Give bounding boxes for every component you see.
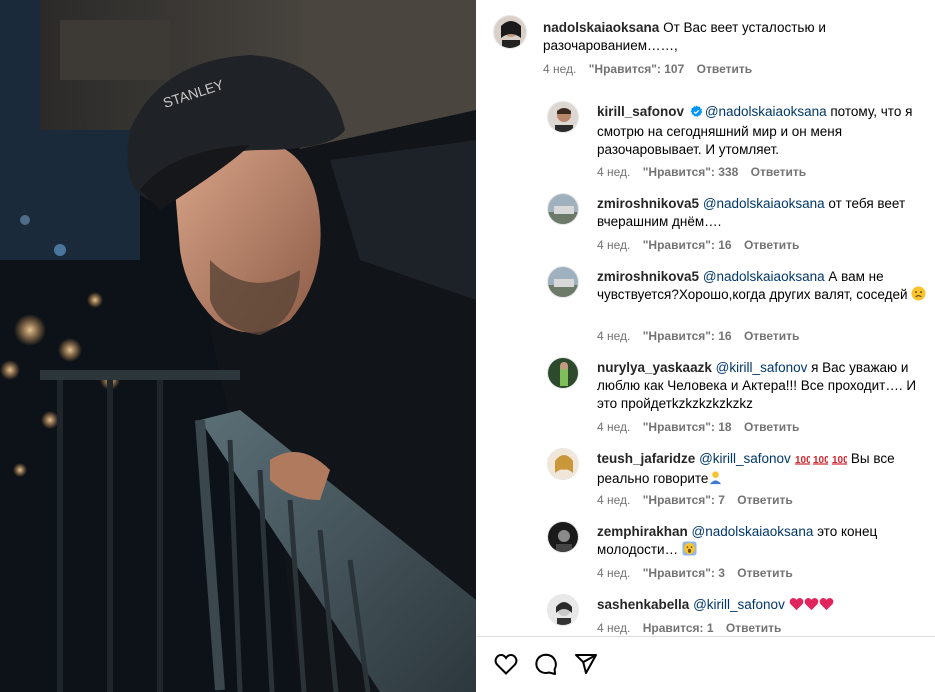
reply-comment: sashenkabella @kirill_safonov 4 нед. Нра…	[547, 594, 927, 636]
person-bowing-emoji-icon	[708, 470, 723, 490]
reply-button[interactable]: Ответить	[697, 62, 752, 76]
comment-username[interactable]: nurylya_yaskaazk	[597, 360, 712, 375]
mention-link[interactable]: @nadolskaiaoksana	[705, 104, 827, 119]
comments-list[interactable]: nadolskaiaoksana От Вас веет усталостью …	[477, 0, 935, 636]
mention-link[interactable]: @kirill_safonov	[716, 360, 808, 375]
comment-meta: 4 нед. "Нравится": 338 Ответить	[597, 165, 815, 179]
comment-likes[interactable]: "Нравится": 18	[643, 420, 732, 434]
reply-button[interactable]: Ответить	[744, 238, 799, 252]
comments-panel: nadolskaiaoksana От Вас веет усталостью …	[477, 0, 935, 692]
screaming-face-emoji-icon	[682, 541, 697, 561]
comment-username[interactable]: zmiroshnikova5	[597, 269, 699, 284]
red-heart-emoji-icon	[789, 597, 804, 616]
avatar[interactable]	[547, 266, 579, 298]
comment-meta: 4 нед. "Нравится": 16 Ответить	[597, 329, 808, 343]
red-heart-emoji-icon	[819, 597, 834, 616]
comment-username[interactable]: kirill_safonov	[597, 104, 684, 119]
avatar[interactable]	[547, 101, 579, 133]
comment-age[interactable]: 4 нед.	[597, 329, 630, 343]
avatar[interactable]	[547, 448, 579, 480]
comment-meta: 4 нед. "Нравится": 16 Ответить	[597, 238, 808, 252]
hundred-emoji-icon: 100	[813, 452, 830, 470]
mention-link[interactable]: @kirill_safonov	[699, 451, 791, 466]
reply-button[interactable]: Ответить	[751, 165, 806, 179]
comment-likes[interactable]: "Нравится": 338	[643, 165, 739, 179]
mention-link[interactable]: @nadolskaiaoksana	[703, 269, 825, 284]
comment-likes[interactable]: "Нравится": 16	[643, 329, 732, 343]
reply-button[interactable]: Ответить	[737, 493, 792, 507]
comment-age[interactable]: 4 нед.	[597, 420, 630, 434]
comment-age[interactable]: 4 нед.	[597, 238, 630, 252]
reply-button[interactable]: Ответить	[744, 420, 799, 434]
share-button[interactable]	[573, 651, 599, 677]
reply-button[interactable]: Ответить	[737, 566, 792, 580]
post-photo: STANLEY	[0, 0, 476, 692]
reply-comment: zmiroshnikova5 @nadolskaiaoksana от тебя…	[547, 193, 927, 258]
comment-meta: 4 нед. "Нравится": 3 Ответить	[597, 566, 802, 580]
comment-username[interactable]: teush_jafaridze	[597, 451, 695, 466]
reply-button[interactable]: Ответить	[744, 329, 799, 343]
comment-age[interactable]: 4 нед.	[543, 62, 576, 76]
comment-username[interactable]: sashenkabella	[597, 597, 689, 612]
comment-age[interactable]: 4 нед.	[597, 165, 630, 179]
paper-plane-icon[interactable]	[574, 652, 598, 676]
avatar[interactable]	[547, 521, 579, 553]
comment-username[interactable]: zmiroshnikova5	[597, 196, 699, 211]
post-action-bar	[477, 636, 935, 692]
comment-meta: 4 нед. "Нравится": 7 Ответить	[597, 493, 802, 507]
comment-likes[interactable]: Нравится: 1	[643, 621, 714, 635]
comment-likes[interactable]: "Нравится": 3	[643, 566, 725, 580]
red-heart-emoji-icon	[804, 597, 819, 616]
like-button[interactable]	[493, 651, 519, 677]
hundred-emoji-icon: 100	[832, 452, 849, 470]
mention-link[interactable]: @kirill_safonov	[693, 597, 785, 612]
reply-comment: zemphirakhan @nadolskaiaoksana это конец…	[547, 521, 927, 586]
reply-button[interactable]: Ответить	[726, 621, 781, 635]
heart-outline-icon[interactable]	[494, 653, 518, 675]
avatar[interactable]	[547, 193, 579, 225]
avatar[interactable]	[547, 594, 579, 626]
comment-meta: 4 нед. "Нравится": 107 Ответить	[543, 62, 761, 76]
avatar[interactable]	[547, 357, 579, 389]
comment-likes[interactable]: "Нравится": 16	[643, 238, 732, 252]
mention-link[interactable]: @nadolskaiaoksana	[703, 196, 825, 211]
comment-bubble-icon[interactable]	[534, 652, 558, 676]
reply-comment: nurylya_yaskaazk @kirill_safonov я Вас у…	[547, 357, 927, 442]
comment-meta: 4 нед. "Нравится": 18 Ответить	[597, 420, 808, 434]
reply-comment: teush_jafaridze @kirill_safonov 100 100 …	[547, 448, 927, 513]
comment-likes[interactable]: "Нравится": 7	[643, 493, 725, 507]
comment-button[interactable]	[533, 651, 559, 677]
comment-age[interactable]: 4 нед.	[597, 566, 630, 580]
sad-face-emoji-icon	[911, 286, 926, 306]
man-on-balcony-image: STANLEY	[0, 0, 476, 692]
hundred-emoji-icon: 100	[794, 452, 812, 470]
comment-username[interactable]: zemphirakhan	[597, 524, 688, 539]
comment-age[interactable]: 4 нед.	[597, 493, 630, 507]
verified-badge-icon	[690, 105, 703, 123]
comment-username[interactable]: nadolskaiaoksana	[543, 20, 659, 35]
reply-comment: zmiroshnikova5 @nadolskaiaoksana А вам н…	[547, 266, 927, 351]
mention-link[interactable]: @nadolskaiaoksana	[692, 524, 814, 539]
main-comment: nadolskaiaoksana От Вас веет усталостью …	[493, 15, 923, 85]
avatar[interactable]	[493, 15, 527, 49]
comment-meta: 4 нед. Нравится: 1 Ответить	[597, 621, 790, 635]
comment-age[interactable]: 4 нед.	[597, 621, 630, 635]
reply-comment: kirill_safonov @nadolskaiaoksana потому,…	[547, 101, 927, 181]
comment-likes[interactable]: "Нравится": 107	[589, 62, 685, 76]
